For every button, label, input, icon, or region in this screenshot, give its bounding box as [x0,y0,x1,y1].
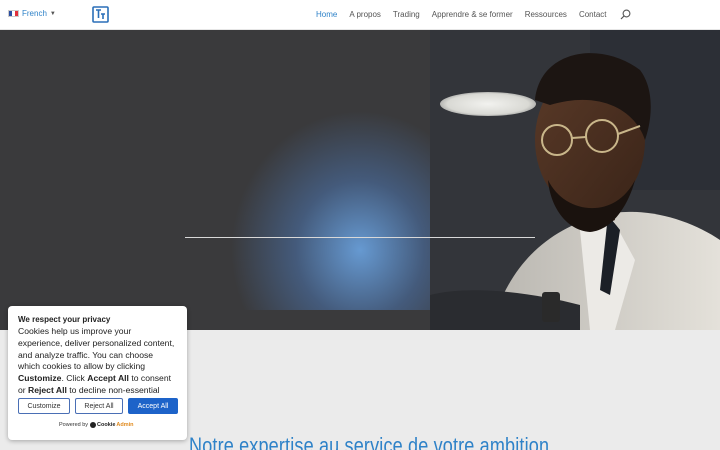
cookieadmin-logo: Cookie Admin [90,422,134,428]
hero-banner [0,30,720,330]
nav-home[interactable]: Home [316,10,337,19]
cookie-text-accept: Accept All [87,373,129,384]
powered-by[interactable]: Powered by Cookie Admin [59,422,134,428]
chevron-down-icon: ▼ [49,10,56,17]
nav-ressources[interactable]: Ressources [525,10,567,19]
cookie-message: Cookies help us improve your experience,… [18,326,177,409]
language-switcher[interactable]: French ▼ [8,9,56,18]
lamp-shade [440,92,536,116]
customize-button[interactable]: Customize [18,398,70,414]
cookie-consent-banner: We respect your privacy Cookies help us … [8,306,187,440]
person-at-computer-image [430,30,720,330]
nav-a-propos[interactable]: A propos [349,10,381,19]
language-label: French [22,9,47,18]
french-flag-icon [8,10,19,17]
nav-contact[interactable]: Contact [579,10,607,19]
site-header: French ▼ Home A propos Trading Apprendre… [0,0,720,30]
cookie-text-customize: Customize [18,373,62,384]
reject-all-button[interactable]: Reject All [75,398,123,414]
brand-cookie: Cookie [97,422,116,428]
cookie-text-reject: Reject All [28,384,67,395]
main-nav: Home A propos Trading Apprendre & se for… [316,10,607,19]
cookie-text-2: . Click [61,373,88,384]
powered-by-label: Powered by [59,422,89,428]
section-title: Notre expertise au service de votre ambi… [189,433,550,450]
cookie-actions: Customize Reject All Accept All [18,398,178,414]
accept-all-button[interactable]: Accept All [128,398,178,414]
search-icon[interactable] [620,9,631,20]
nav-trading[interactable]: Trading [393,10,420,19]
site-logo[interactable] [92,6,109,23]
hero-divider [185,237,535,238]
brand-admin: Admin [116,422,134,428]
cookie-icon [90,422,97,428]
cookie-title: We respect your privacy [18,315,111,324]
cookie-text-1: Cookies help us improve your experience,… [18,326,175,372]
hero-photo [430,30,720,330]
nav-apprendre[interactable]: Apprendre & se former [432,10,513,19]
